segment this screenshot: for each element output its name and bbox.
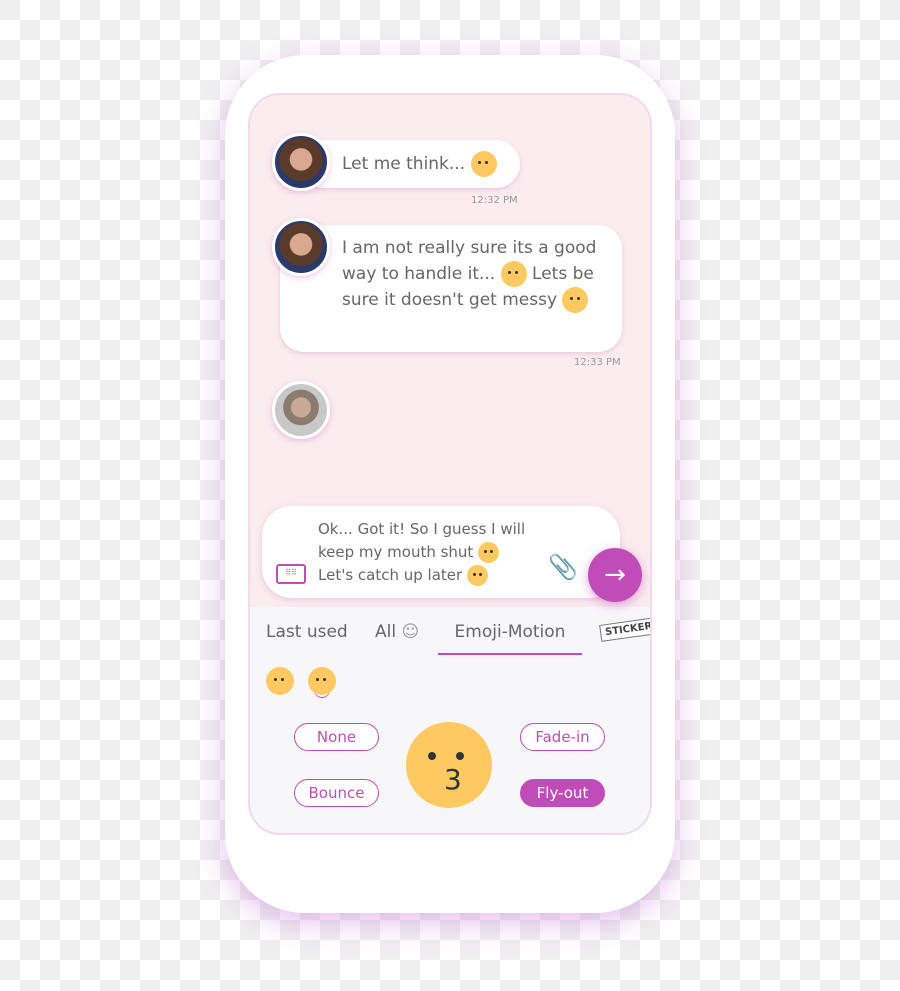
input-line: Let's catch up later <box>318 566 463 584</box>
chat-area: Let me think... 12:32 PM I am not really… <box>250 95 650 607</box>
paperclip-icon[interactable]: 📎 <box>548 555 578 579</box>
tab-last-used[interactable]: Last used <box>266 622 348 642</box>
laughing-face-icon <box>500 261 527 287</box>
kissing-face-icon <box>466 565 488 586</box>
recent-emojis <box>266 667 337 695</box>
input-line: Ok... Got it! So I guess I will <box>318 520 526 538</box>
motion-fade-in-button[interactable]: Fade-in <box>520 723 605 751</box>
message-bubble: Let me think... <box>300 140 520 188</box>
zipper-mouth-face-icon[interactable] <box>266 667 294 695</box>
kissing-face-icon[interactable] <box>308 667 337 695</box>
zipper-mouth-face-icon <box>478 542 500 563</box>
crying-face-icon <box>562 287 589 313</box>
smiley-icon: ☺ <box>401 622 420 642</box>
message-time: 12:33 PM <box>574 357 621 368</box>
message-input[interactable]: Ok... Got it! So I guess I will keep my … <box>262 506 620 598</box>
tab-sticker[interactable]: STICKER <box>599 617 650 642</box>
arrow-right-icon: → <box>604 560 626 590</box>
message-time: 12:32 PM <box>471 195 518 206</box>
keyboard-icon[interactable]: ⠿⠿ <box>276 564 306 584</box>
phone-screen: Let me think... 12:32 PM I am not really… <box>250 95 650 833</box>
message-bubble: I am not really sure its a good way to h… <box>280 225 622 352</box>
send-button[interactable]: → <box>588 548 642 602</box>
avatar-female <box>272 218 330 276</box>
tab-emoji-motion[interactable]: Emoji-Motion <box>438 622 582 655</box>
avatar-male <box>272 381 330 439</box>
avatar-female <box>272 133 330 191</box>
neutral-face-icon <box>470 151 497 177</box>
message-text: Let me think... <box>342 154 466 174</box>
input-line: keep my mouth shut <box>318 543 474 561</box>
motion-none-button[interactable]: None <box>294 723 379 751</box>
tab-label: All <box>375 622 397 642</box>
emoji-tabs: Last used All ☺ Emoji-Motion STICKER <box>250 607 650 655</box>
motion-bounce-button[interactable]: Bounce <box>294 779 379 807</box>
kissing-face-preview-icon: 3 <box>406 722 492 808</box>
tab-all[interactable]: All ☺ <box>375 622 419 642</box>
motion-fly-out-button[interactable]: Fly-out <box>520 779 605 807</box>
